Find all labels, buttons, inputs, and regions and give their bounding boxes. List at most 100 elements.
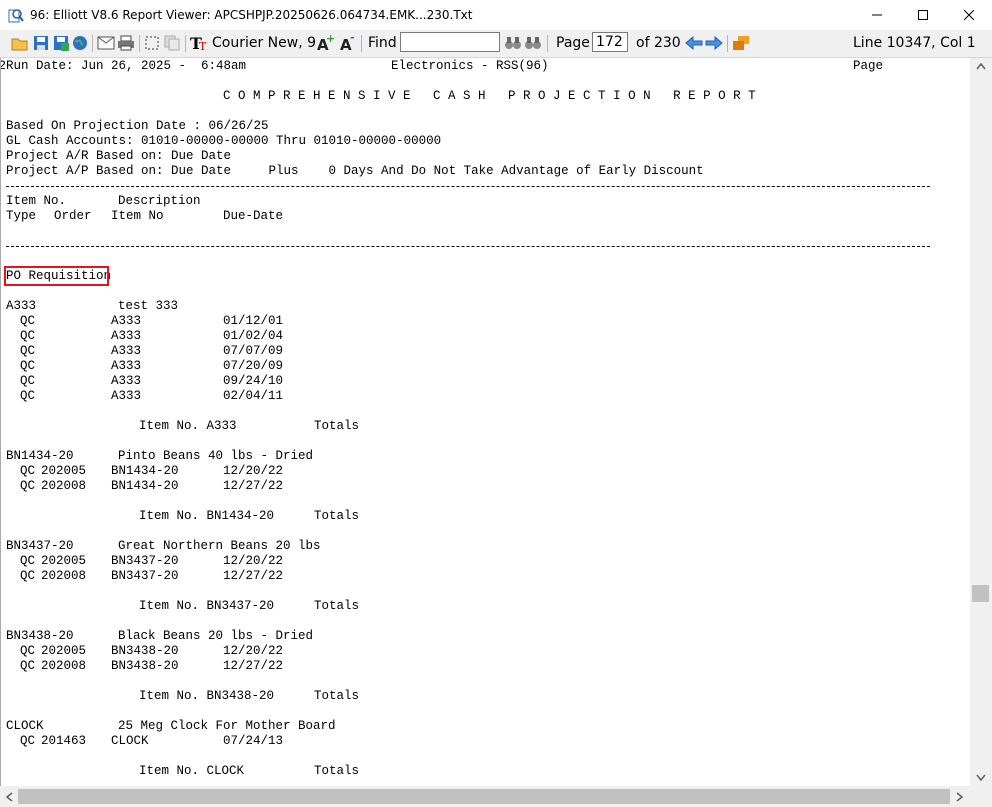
highlight-box	[4, 266, 109, 286]
folder-open-icon	[11, 38, 28, 51]
horizontal-scroll-thumb[interactable]	[18, 789, 950, 804]
row-due-date: 12/20/22	[223, 644, 284, 658]
row-item-no: BN1434-20	[111, 464, 179, 478]
row-type: QC	[20, 329, 36, 343]
font-button[interactable]: TT	[190, 33, 210, 53]
minimize-button[interactable]	[854, 0, 900, 30]
row-order: 202008	[41, 659, 87, 673]
font-increase-icon: A+	[317, 34, 334, 52]
font-decrease-icon: A-	[340, 34, 355, 52]
bookmark-button[interactable]	[731, 33, 751, 53]
envelope-icon	[97, 36, 115, 50]
projection-date: Based On Projection Date : 06/26/25	[6, 119, 269, 133]
maximize-icon	[918, 10, 928, 20]
scroll-left-icon[interactable]	[5, 792, 13, 802]
select-button[interactable]	[142, 33, 162, 53]
row-due-date: 07/07/09	[223, 344, 284, 358]
totals-word: Totals	[314, 599, 360, 613]
row-type: QC	[20, 554, 36, 568]
copy-button[interactable]	[162, 33, 182, 53]
group-item-no: A333	[6, 299, 37, 313]
row-type: QC	[20, 734, 36, 748]
total-label: Item No. A333	[139, 419, 237, 433]
row-due-date: 07/24/13	[223, 734, 284, 748]
increase-font-button[interactable]: A +	[315, 33, 335, 53]
row-item-no: A333	[111, 374, 142, 388]
row-item-no: A333	[111, 329, 142, 343]
row-due-date: 01/12/01	[223, 314, 284, 328]
minimize-icon	[872, 14, 882, 16]
run-date: Run Date: Jun 26, 2025 - 6:48am	[6, 59, 247, 73]
print-button[interactable]	[116, 33, 136, 53]
totals-word: Totals	[314, 419, 360, 433]
font-label[interactable]: Courier New, 9	[212, 35, 316, 51]
email-button[interactable]	[96, 33, 116, 53]
page-label: Page	[556, 35, 590, 51]
row-due-date: 07/20/09	[223, 359, 284, 373]
group-description: Black Beans 20 lbs - Dried	[118, 629, 314, 643]
save-icon	[34, 36, 48, 50]
export-icon	[54, 36, 69, 51]
maximize-button[interactable]	[900, 0, 946, 30]
report-viewer-app-icon	[8, 9, 24, 23]
col-item-no2: Item No	[111, 209, 164, 223]
report-title: C O M P R E H E N S I V E C A S H P R O …	[223, 89, 756, 103]
group-item-no: BN1434-20	[6, 449, 74, 463]
totals-word: Totals	[314, 689, 360, 703]
report-view[interactable]: Run Date: Jun 26, 2025 - 6:48am Electroni…	[0, 58, 971, 786]
col-item-no: Item No.	[6, 194, 67, 208]
open-button[interactable]	[10, 33, 30, 53]
find-next-button[interactable]	[503, 33, 523, 53]
svg-text:+: +	[326, 34, 334, 45]
group-item-no: CLOCK	[6, 719, 44, 733]
web-button[interactable]	[70, 33, 90, 53]
printer-icon	[118, 35, 134, 51]
scroll-down-icon[interactable]	[976, 774, 986, 782]
row-item-no: BN3438-20	[111, 659, 179, 673]
selection-icon	[145, 36, 159, 50]
group-description: Great Northern Beans 20 lbs	[118, 539, 321, 553]
total-label: Item No. CLOCK	[139, 764, 245, 778]
row-item-no: A333	[111, 314, 142, 328]
totals-word: Totals	[314, 764, 360, 778]
group-item-no: BN3438-20	[6, 629, 74, 643]
font-icon: TT	[190, 34, 207, 52]
close-button[interactable]	[946, 0, 992, 30]
decrease-font-button[interactable]: A-	[338, 33, 358, 53]
row-type: QC	[20, 389, 36, 403]
horizontal-scrollbar[interactable]	[0, 786, 970, 807]
vertical-scroll-thumb[interactable]	[972, 585, 989, 602]
scroll-right-icon[interactable]	[956, 792, 964, 802]
row-due-date: 01/02/04	[223, 329, 284, 343]
find-previous-button[interactable]	[523, 33, 543, 53]
page-number-input[interactable]	[592, 32, 628, 52]
window-title: 96: Elliott V8.6 Report Viewer: APCSHPJP…	[30, 8, 473, 22]
row-due-date: 12/27/22	[223, 479, 284, 493]
row-item-no: A333	[111, 344, 142, 358]
scrollbar-corner	[970, 786, 992, 807]
vertical-scrollbar[interactable]	[970, 58, 992, 786]
find-input[interactable]	[400, 32, 500, 52]
export-button[interactable]	[51, 33, 71, 53]
group-description: Pinto Beans 40 lbs - Dried	[118, 449, 314, 463]
row-order: 202005	[41, 554, 87, 568]
row-type: QC	[20, 344, 36, 358]
row-order: 202008	[41, 569, 87, 583]
next-page-button[interactable]	[704, 33, 724, 53]
scroll-up-icon[interactable]	[976, 62, 986, 70]
close-icon	[964, 10, 974, 20]
total-label: Item No. BN3437-20	[139, 599, 275, 613]
save-button[interactable]	[31, 33, 51, 53]
col-due-date: Due-Date	[223, 209, 284, 223]
ar-basis: Project A/R Based on: Due Date	[6, 149, 232, 163]
row-type: QC	[20, 659, 36, 673]
row-type: QC	[20, 464, 36, 478]
row-item-no: A333	[111, 389, 142, 403]
row-due-date: 02/04/11	[223, 389, 284, 403]
previous-page-button[interactable]	[684, 33, 704, 53]
row-type: QC	[20, 314, 36, 328]
copy-icon	[164, 35, 180, 51]
group-description: test 333	[118, 299, 179, 313]
toolbar: TT Courier New, 9 A+ A- Find Page of 230…	[0, 30, 992, 58]
row-item-no: BN3438-20	[111, 644, 179, 658]
